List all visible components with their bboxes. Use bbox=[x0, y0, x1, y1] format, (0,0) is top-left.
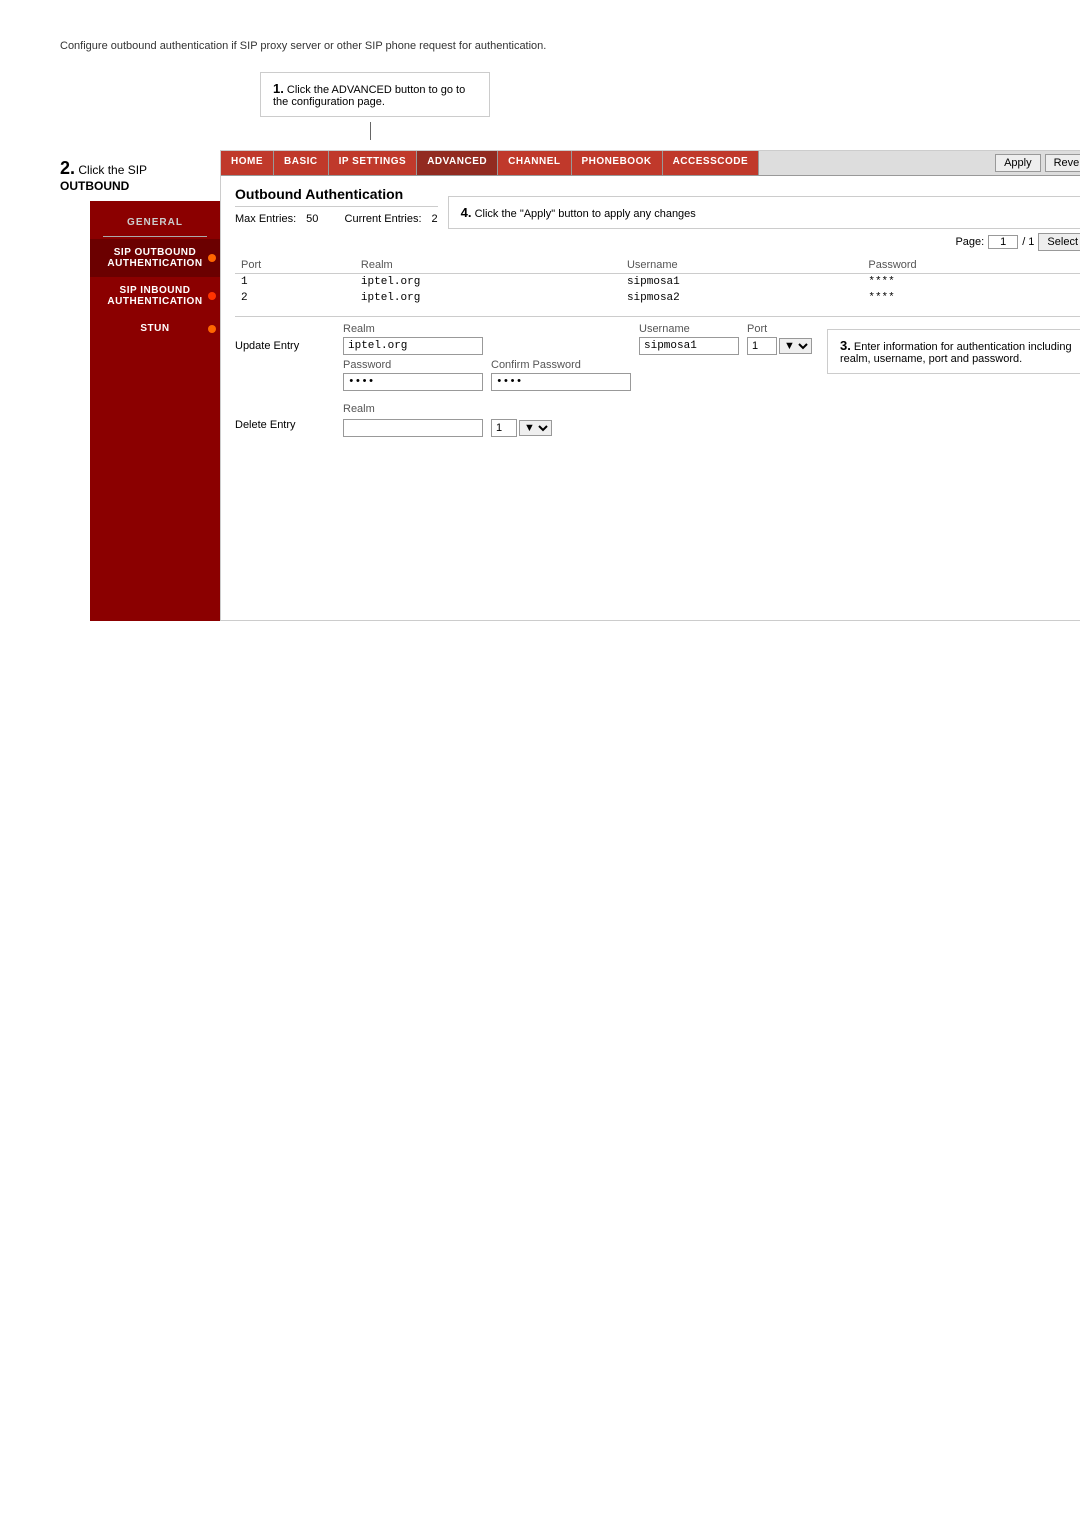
current-entries-label: Current Entries: bbox=[345, 213, 422, 225]
delete-port-select[interactable]: ▼ bbox=[519, 420, 552, 436]
sidebar-item-sip-inbound[interactable]: SIP INBOUNDAUTHENTICATION bbox=[90, 277, 220, 315]
tab-phonebook[interactable]: PHONEBOOK bbox=[572, 151, 663, 175]
entries-info: Max Entries: 50 Current Entries: 2 bbox=[235, 213, 438, 225]
sidebar-item-sip-outbound[interactable]: SIP OUTBOUNDAUTHENTICATION bbox=[90, 239, 220, 277]
col-port-header: Port bbox=[747, 323, 817, 335]
page-total: / 1 bbox=[1022, 236, 1034, 248]
delete-realm-label: Realm bbox=[343, 403, 483, 415]
col-spacer bbox=[491, 323, 631, 335]
apply-button[interactable]: Apply bbox=[995, 154, 1041, 172]
row1-realm: iptel.org bbox=[355, 274, 621, 291]
tab-channel[interactable]: CHANNEL bbox=[498, 151, 571, 175]
current-entries-value: 2 bbox=[432, 213, 438, 225]
step3-callout: 3. Enter information for authentication … bbox=[827, 329, 1080, 374]
password-input[interactable] bbox=[343, 373, 483, 391]
nav-tabs: HOME BASIC IP SETTINGS ADVANCED CHANNEL … bbox=[221, 151, 1080, 176]
col-password: Password bbox=[862, 257, 1080, 274]
col-realm: Realm bbox=[355, 257, 621, 274]
confirm-password-input[interactable] bbox=[491, 373, 631, 391]
table-row: 2 iptel.org sipmosa2 **** bbox=[235, 290, 1080, 306]
sidebar: GENERAL SIP OUTBOUNDAUTHENTICATION SIP I… bbox=[90, 201, 220, 621]
update-port-input[interactable] bbox=[747, 337, 777, 355]
page-input[interactable] bbox=[988, 235, 1018, 249]
update-form-label-spacer bbox=[235, 323, 335, 335]
tab-basic[interactable]: BASIC bbox=[274, 151, 329, 175]
step2-block: 2. Click the SIP OUTBOUND bbox=[60, 150, 220, 201]
page-nav: Page: / 1 Select bbox=[235, 233, 1080, 251]
delete-entry-label: Delete Entry bbox=[235, 419, 335, 431]
sidebar-item-stun[interactable]: STUN bbox=[90, 315, 220, 342]
sidebar-dot-inbound bbox=[208, 292, 216, 300]
row1-password: **** bbox=[862, 274, 1080, 291]
step3-text: Enter information for authentication inc… bbox=[840, 341, 1072, 365]
revert-button[interactable]: Revert bbox=[1045, 154, 1080, 172]
step1-text: Click the ADVANCED button to go to the c… bbox=[273, 84, 465, 108]
select-button[interactable]: Select bbox=[1038, 233, 1080, 251]
step1-callout: 1. Click the ADVANCED button to go to th… bbox=[260, 72, 490, 117]
step2-line2: OUTBOUND bbox=[60, 179, 129, 193]
content-area: HOME BASIC IP SETTINGS ADVANCED CHANNEL … bbox=[220, 150, 1080, 621]
row2-port: 2 bbox=[235, 290, 355, 306]
sidebar-dot-outbound bbox=[208, 254, 216, 262]
sidebar-divider-1 bbox=[103, 236, 207, 237]
step2-line1: Click the SIP bbox=[78, 163, 147, 177]
nav-buttons: Apply Revert bbox=[989, 151, 1080, 175]
step4-callout: 4. Click the "Apply" button to apply any… bbox=[448, 196, 1080, 229]
row1-username: sipmosa1 bbox=[621, 274, 862, 291]
tab-ip-settings[interactable]: IP SETTINGS bbox=[329, 151, 418, 175]
sidebar-dot-stun bbox=[208, 325, 216, 333]
sidebar-item-sip-inbound-label: SIP INBOUNDAUTHENTICATION bbox=[107, 285, 202, 307]
outbound-auth-title: Outbound Authentication bbox=[235, 186, 403, 202]
confirm-password-label: Confirm Password bbox=[491, 359, 631, 371]
step2-numeral: 2. bbox=[60, 158, 75, 178]
update-port-select[interactable]: ▼ bbox=[779, 338, 812, 354]
col-port: Port bbox=[235, 257, 355, 274]
auth-table: Port Realm Username Password 1 iptel.org… bbox=[235, 257, 1080, 306]
step1-numeral: 1. bbox=[273, 81, 284, 96]
row1-port: 1 bbox=[235, 274, 355, 291]
row2-username: sipmosa2 bbox=[621, 290, 862, 306]
password-label: Password bbox=[343, 359, 483, 371]
tab-advanced[interactable]: ADVANCED bbox=[417, 151, 498, 175]
col-username-header: Username bbox=[639, 323, 739, 335]
step4-numeral: 4. bbox=[461, 205, 472, 220]
page-title: Outbound Authentication bbox=[235, 186, 438, 207]
row2-password: **** bbox=[862, 290, 1080, 306]
step3-numeral: 3. bbox=[840, 338, 851, 353]
sidebar-item-sip-outbound-label: SIP OUTBOUNDAUTHENTICATION bbox=[107, 247, 202, 269]
tab-accesscode[interactable]: ACCESSCODE bbox=[663, 151, 760, 175]
delete-realm-input[interactable] bbox=[343, 419, 483, 437]
update-username-input[interactable] bbox=[639, 337, 739, 355]
update-entry-label: Update Entry bbox=[235, 340, 335, 352]
max-entries-value: 50 bbox=[306, 213, 318, 225]
tab-home[interactable]: HOME bbox=[221, 151, 274, 175]
table-row: 1 iptel.org sipmosa1 **** bbox=[235, 274, 1080, 291]
sidebar-item-stun-label: STUN bbox=[140, 323, 169, 334]
page-label: Page: bbox=[955, 236, 984, 248]
sidebar-section-label: GENERAL bbox=[123, 211, 187, 234]
intro-text: Configure outbound authentication if SIP… bbox=[60, 40, 1020, 52]
update-realm-input[interactable] bbox=[343, 337, 483, 355]
page-content: Outbound Authentication Max Entries: 50 … bbox=[221, 176, 1080, 447]
delete-port-input[interactable] bbox=[491, 419, 517, 437]
row2-realm: iptel.org bbox=[355, 290, 621, 306]
col-realm-header: Realm bbox=[343, 323, 483, 335]
max-entries-label: Max Entries: bbox=[235, 213, 296, 225]
col-username: Username bbox=[621, 257, 862, 274]
step4-text: Click the "Apply" button to apply any ch… bbox=[475, 208, 696, 220]
